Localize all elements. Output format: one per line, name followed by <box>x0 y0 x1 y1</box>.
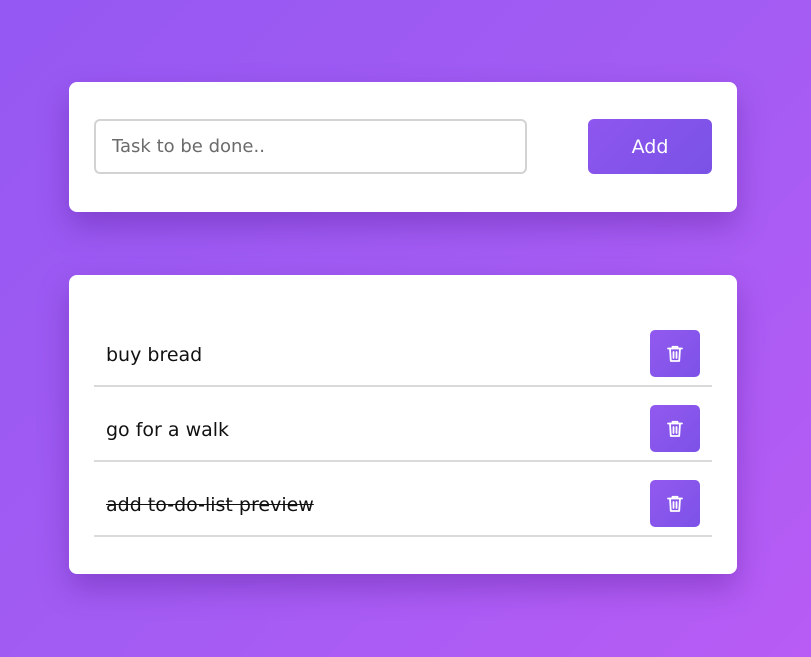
delete-button[interactable] <box>650 405 700 452</box>
trash-icon <box>667 495 683 513</box>
add-button[interactable]: Add <box>588 119 712 174</box>
task-label: go for a walk <box>106 419 230 441</box>
task-label-completed: add to-do-list preview <box>106 494 314 516</box>
task-input[interactable] <box>94 119 527 174</box>
add-task-card: Add <box>69 82 737 212</box>
trash-icon <box>667 345 683 363</box>
delete-button[interactable] <box>650 480 700 527</box>
task-row: add to-do-list preview <box>94 462 712 537</box>
task-list: buy bread go for a walk add to-do-list p… <box>94 312 712 537</box>
delete-button[interactable] <box>650 330 700 377</box>
task-list-card: buy bread go for a walk add to-do-list p… <box>69 275 737 574</box>
trash-icon <box>667 420 683 438</box>
task-label: buy bread <box>106 344 203 366</box>
task-row: go for a walk <box>94 387 712 462</box>
task-row: buy bread <box>94 312 712 387</box>
